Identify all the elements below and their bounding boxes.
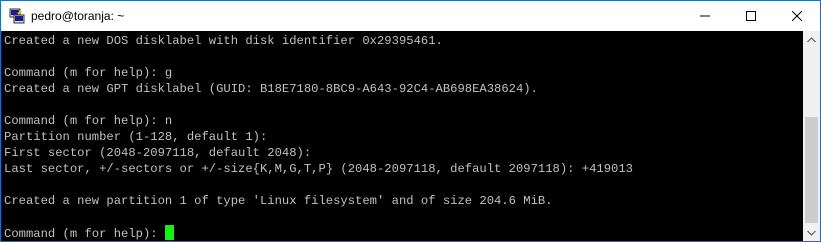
close-button[interactable] bbox=[774, 1, 820, 31]
terminal-line: Partition number (1-128, default 1): bbox=[4, 130, 268, 144]
terminal-prompt-line: Command (m for help): bbox=[4, 225, 174, 241]
maximize-button[interactable] bbox=[728, 1, 774, 31]
terminal-line: Last sector, +/-sectors or +/-size{K,M,G… bbox=[4, 162, 633, 176]
close-icon bbox=[792, 11, 802, 21]
window-controls bbox=[682, 1, 820, 31]
scrollbar-thumb[interactable] bbox=[805, 117, 818, 223]
title-bar[interactable]: pedro@toranja: ~ bbox=[1, 1, 820, 31]
scroll-down-button[interactable] bbox=[803, 224, 820, 241]
maximize-icon bbox=[746, 11, 756, 21]
prompt-text: Command (m for help): bbox=[4, 227, 165, 241]
terminal-line: Created a new DOS disklabel with disk id… bbox=[4, 34, 443, 48]
terminal-line: Created a new partition 1 of type 'Linux… bbox=[4, 194, 553, 208]
terminal-line: Command (m for help): g bbox=[4, 66, 173, 80]
terminal-output[interactable]: Created a new DOS disklabel with disk id… bbox=[1, 31, 803, 241]
minimize-button[interactable] bbox=[682, 1, 728, 31]
terminal-line: Command (m for help): n bbox=[4, 114, 173, 128]
scroll-down-arrow-icon bbox=[807, 230, 816, 236]
text-cursor bbox=[164, 225, 174, 240]
window-title: pedro@toranja: ~ bbox=[31, 9, 125, 23]
putty-icon[interactable] bbox=[9, 8, 25, 24]
scroll-up-button[interactable] bbox=[803, 31, 820, 48]
terminal-line: First sector (2048-2097118, default 2048… bbox=[4, 146, 312, 160]
terminal-line: Created a new GPT disklabel (GUID: B18E7… bbox=[4, 82, 538, 96]
vertical-scrollbar[interactable] bbox=[803, 31, 820, 241]
scroll-up-arrow-icon bbox=[807, 36, 816, 42]
minimize-icon bbox=[700, 15, 710, 17]
putty-window: pedro@toranja: ~ Created a new DOS diskl… bbox=[0, 0, 821, 242]
